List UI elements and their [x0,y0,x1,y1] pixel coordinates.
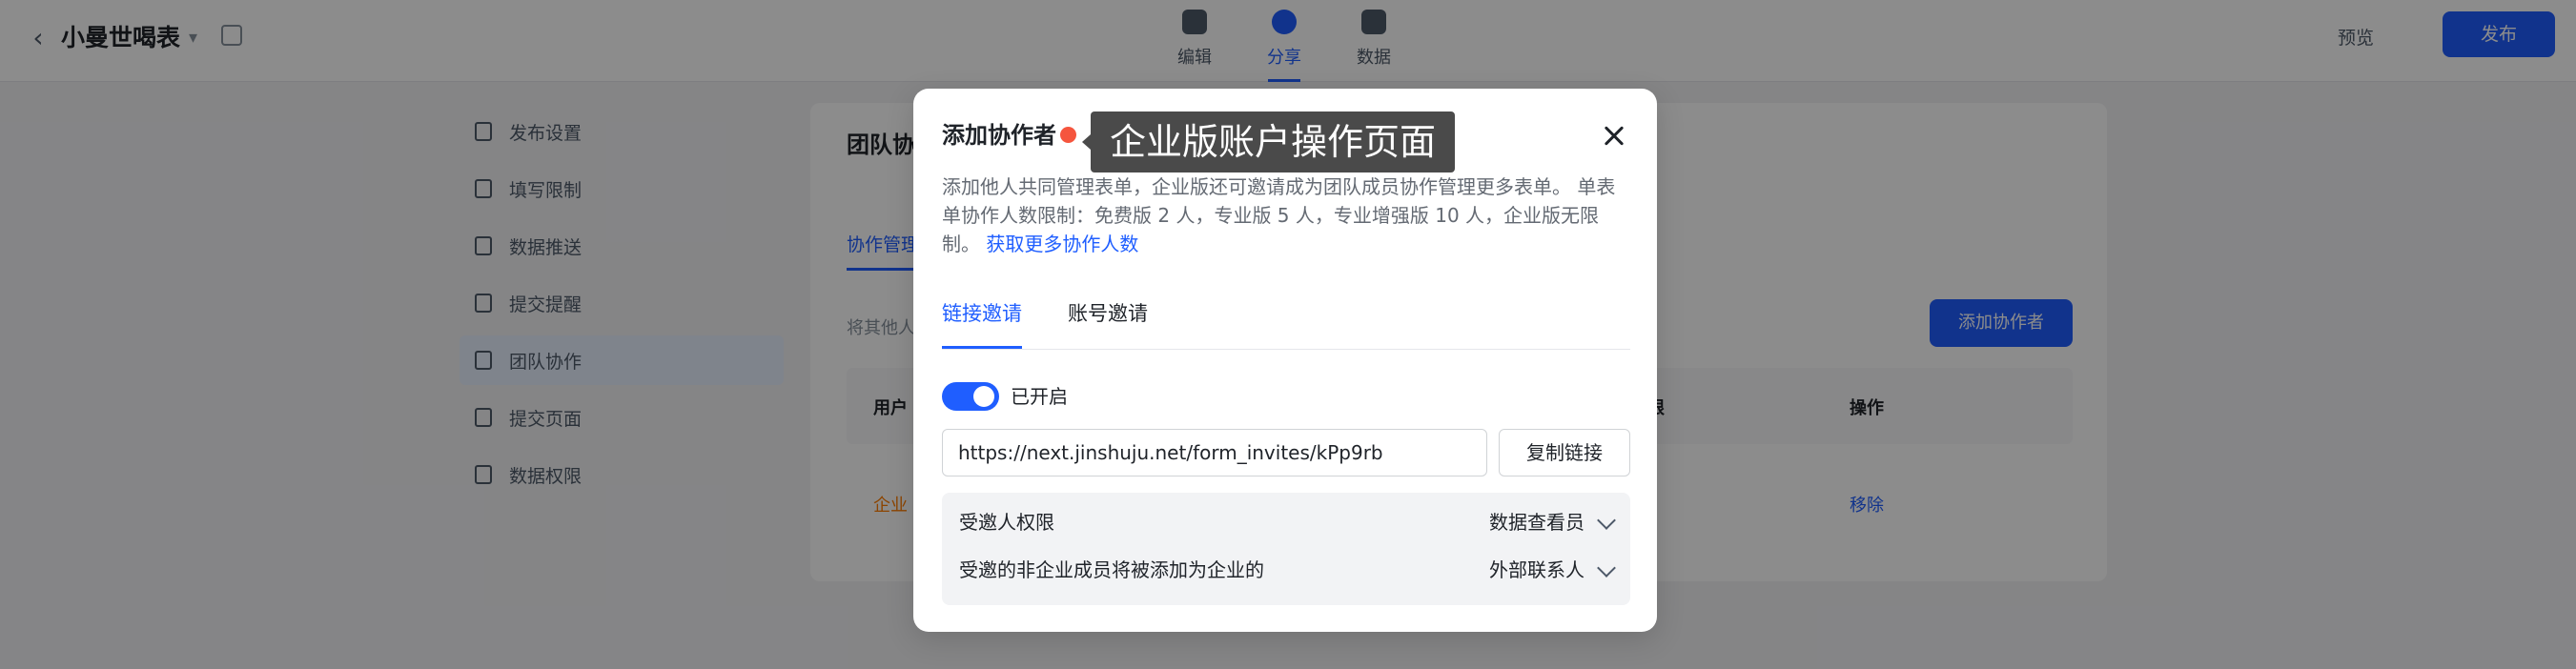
chevron-down-icon[interactable] [1597,511,1616,530]
invite-tabs: 链接邀请 账号邀请 [942,293,1630,350]
chevron-down-icon[interactable] [1597,558,1616,578]
recording-dot-icon [1060,127,1076,143]
close-icon[interactable] [1594,115,1636,157]
copy-link-button[interactable]: 复制链接 [1499,429,1630,476]
permission-label: 受邀人权限 [959,511,1054,534]
permission-select[interactable]: 数据查看员 [1489,508,1584,537]
more-collaborators-link[interactable]: 获取更多协作人数 [986,233,1138,255]
dialog-title: 添加协作者 [942,122,1056,149]
toggle-knob [973,386,994,407]
member-role-select[interactable]: 外部联系人 [1489,556,1584,584]
tab-link-invite[interactable]: 链接邀请 [942,293,1022,349]
member-role-label: 受邀的非企业成员将被添加为企业的 [959,558,1264,581]
invite-link-input[interactable] [942,429,1487,476]
tab-account-invite[interactable]: 账号邀请 [1068,293,1148,334]
link-invite-toggle[interactable] [942,382,999,411]
toggle-label: 已开启 [1011,385,1068,408]
tooltip-arrow [1082,134,1091,150]
tooltip-text: 企业版账户操作页面 [1091,112,1456,172]
invite-settings: 受邀人权限 数据查看员 受邀的非企业成员将被添加为企业的 外部联系人 [942,493,1630,605]
dialog-description: 添加他人共同管理表单，企业版还可邀请成为团队成员协作管理更多表单。 单表单协作人… [942,172,1630,258]
add-collaborator-dialog: 添加协作者 企业版账户操作页面 添加他人共同管理表单，企业版还可邀请成为团队成员… [913,89,1657,632]
